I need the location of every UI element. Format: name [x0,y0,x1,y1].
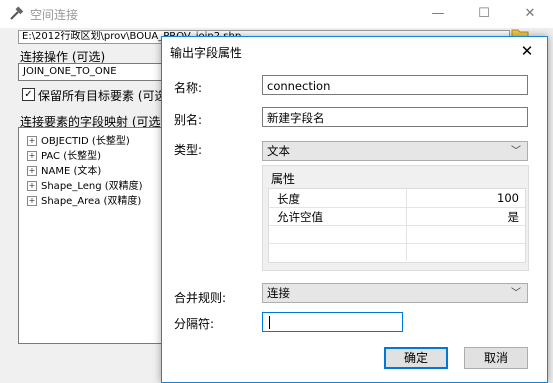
maximize-button[interactable]: ☐ [461,0,507,28]
hammer-icon [10,6,24,20]
property-row[interactable]: 长度 100 [269,189,525,208]
expand-icon[interactable]: + [27,136,37,146]
type-select[interactable]: 文本 ﹀ [262,141,528,161]
merge-rule-value: 连接 [267,286,290,300]
window-title: 空间连接 [30,8,79,22]
dialog-title: 输出字段属性 [170,46,243,60]
tree-item[interactable]: + Shape_Area (双精度) [27,192,141,207]
property-row-empty [269,243,525,261]
property-value[interactable]: 100 [497,191,519,205]
type-label: 类型: [174,143,203,157]
window-titlebar: 空间连接 — ☐ ✕ [0,0,553,28]
tree-item[interactable]: + PAC (长整型) [27,147,101,162]
field-map-tree[interactable]: + OBJECTID (长整型) + PAC (长整型) + NAME (文本) + S… [18,127,162,344]
ok-button[interactable]: 确定 [384,347,448,369]
tree-item[interactable]: + Shape_Leng (双精度) [27,177,143,192]
property-row-empty [269,225,525,244]
type-select-value: 文本 [267,144,290,158]
join-operation-select[interactable]: JOIN_ONE_TO_ONE [18,63,166,81]
properties-group: 属性 长度 100 允许空值 是 [262,165,529,271]
properties-table: 长度 100 允许空值 是 [268,188,526,263]
minimize-button[interactable]: — [415,0,461,28]
cancel-button[interactable]: 取消 [464,347,528,369]
merge-rule-select[interactable]: 连接 ﹀ [262,283,528,303]
tree-item[interactable]: + OBJECTID (长整型) [27,132,130,147]
dialog-close-button[interactable]: ✕ [516,41,538,61]
expand-icon[interactable]: + [27,196,37,206]
window-close-button[interactable]: ✕ [507,0,553,28]
chevron-down-icon: ﹀ [511,288,521,299]
expand-icon[interactable]: + [27,181,37,191]
keep-all-checkbox[interactable]: ✓ [22,88,35,101]
text-caret [269,316,270,329]
delimiter-input[interactable] [262,312,403,332]
expand-icon[interactable]: + [27,151,37,161]
chevron-down-icon: ﹀ [511,146,521,157]
merge-rule-label: 合并规则: [174,291,227,305]
tree-item[interactable]: + NAME (文本) [27,162,101,177]
alias-label: 别名: [174,113,203,127]
property-key: 允许空值 [277,210,323,224]
property-value[interactable]: 是 [508,209,520,225]
output-field-properties-dialog: 输出字段属性 ✕ 名称: connection 别名: 新建字段名 类型: 文本… [161,36,548,383]
name-label: 名称: [174,81,203,95]
property-key: 长度 [277,192,300,206]
property-row[interactable]: 允许空值 是 [269,207,525,226]
dialog-titlebar: 输出字段属性 ✕ [162,37,547,65]
alias-input[interactable]: 新建字段名 [262,107,528,127]
properties-title: 属性 [271,172,296,186]
delimiter-label: 分隔符: [174,317,215,331]
expand-icon[interactable]: + [27,166,37,176]
keep-all-label: 保留所有目标要素 (可选) [38,89,172,103]
name-input[interactable]: connection [262,75,528,95]
